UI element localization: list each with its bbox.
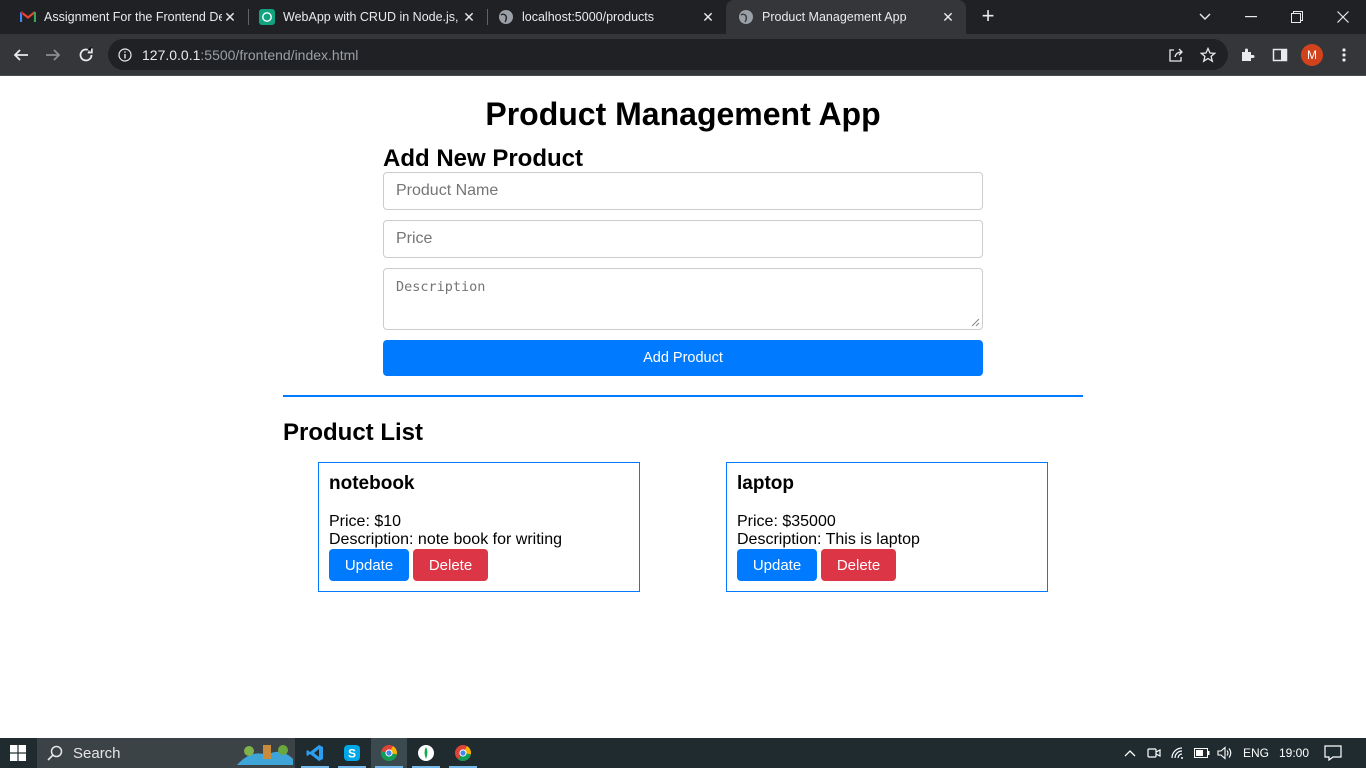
search-highlight-art-icon xyxy=(237,741,293,765)
close-tab-icon[interactable]: ✕ xyxy=(940,9,956,25)
clock[interactable]: 19:00 xyxy=(1274,738,1314,768)
windows-taskbar: Search S ENG 19:00 xyxy=(0,738,1366,768)
gmail-icon xyxy=(20,9,36,25)
reload-icon[interactable] xyxy=(71,40,101,70)
tab-gmail[interactable]: Assignment For the Frontend De ✕ xyxy=(0,0,248,34)
profile-avatar[interactable]: M xyxy=(1301,44,1323,66)
site-info-icon[interactable] xyxy=(108,47,142,62)
product-card: laptop Price: $35000 Description: This i… xyxy=(726,462,1048,592)
delete-button[interactable]: Delete xyxy=(413,549,488,581)
url-path: :5500/frontend/index.html xyxy=(200,46,359,63)
section-divider xyxy=(283,395,1083,397)
new-tab-button[interactable]: + xyxy=(976,5,1000,29)
browser-tab-strip: Assignment For the Frontend De ✕ WebApp … xyxy=(0,0,1366,34)
product-price: Price: $10 xyxy=(329,513,402,530)
product-card: notebook Price: $10 Description: note bo… xyxy=(318,462,640,592)
product-description: Description: This is laptop xyxy=(737,531,920,548)
add-product-heading: Add New Product xyxy=(383,145,584,172)
description-textarea[interactable]: Description xyxy=(383,268,983,330)
restore-icon[interactable] xyxy=(1274,0,1320,34)
address-bar[interactable]: 127.0.0.1:5500/frontend/index.html xyxy=(108,39,1228,70)
notifications-icon[interactable] xyxy=(1318,738,1348,768)
product-name: notebook xyxy=(329,473,415,494)
language-indicator[interactable]: ENG xyxy=(1239,738,1273,768)
share-icon[interactable] xyxy=(1161,40,1191,70)
close-window-icon[interactable] xyxy=(1320,0,1366,34)
bookmark-star-icon[interactable] xyxy=(1193,40,1223,70)
tab-title: localhost:5000/products xyxy=(522,10,655,24)
tab-product-management[interactable]: Product Management App ✕ xyxy=(726,0,966,34)
skype-taskbar-icon[interactable]: S xyxy=(334,738,370,768)
close-tab-icon[interactable]: ✕ xyxy=(461,9,477,25)
globe-icon xyxy=(738,9,754,25)
description-placeholder: Description xyxy=(396,279,486,295)
battery-icon[interactable] xyxy=(1191,738,1213,768)
chatgpt-icon xyxy=(259,9,275,25)
side-panel-icon[interactable] xyxy=(1265,40,1295,70)
tab-localhost-products[interactable]: localhost:5000/products ✕ xyxy=(488,0,726,34)
url-host: 127.0.0.1 xyxy=(142,46,201,63)
chrome-taskbar-icon[interactable] xyxy=(371,738,407,768)
tab-webapp-crud[interactable]: WebApp with CRUD in Node.js, E ✕ xyxy=(249,0,487,34)
update-button[interactable]: Update xyxy=(329,549,409,581)
taskbar-search-box[interactable]: Search xyxy=(37,738,295,768)
page-title: Product Management App xyxy=(485,96,881,132)
tab-title: Assignment For the Frontend De xyxy=(44,10,222,24)
delete-button[interactable]: Delete xyxy=(821,549,896,581)
search-icon xyxy=(37,745,73,761)
search-label: Search xyxy=(73,744,121,762)
tab-search-chevron-icon[interactable] xyxy=(1182,0,1228,34)
forward-arrow-icon[interactable] xyxy=(38,40,68,70)
svg-text:S: S xyxy=(348,747,356,761)
price-placeholder: Price xyxy=(396,230,433,247)
extensions-puzzle-icon[interactable] xyxy=(1233,40,1263,70)
vscode-taskbar-icon[interactable] xyxy=(297,738,333,768)
browser-toolbar: 127.0.0.1:5500/frontend/index.html xyxy=(0,34,1366,76)
mongodb-compass-taskbar-icon[interactable] xyxy=(408,738,444,768)
wifi-icon[interactable] xyxy=(1167,738,1189,768)
product-price: Price: $35000 xyxy=(737,513,836,530)
volume-icon[interactable] xyxy=(1214,738,1236,768)
tab-title: Product Management App xyxy=(762,10,907,24)
product-name-placeholder: Product Name xyxy=(396,182,499,199)
product-name: laptop xyxy=(737,473,794,494)
url-text: 127.0.0.1:5500/frontend/index.html xyxy=(142,47,358,63)
globe-icon xyxy=(498,9,514,25)
price-input[interactable]: Price xyxy=(383,220,983,258)
product-list-heading: Product List xyxy=(283,419,424,446)
resize-handle-icon[interactable] xyxy=(970,317,980,327)
close-tab-icon[interactable]: ✕ xyxy=(222,9,238,25)
meet-now-icon[interactable] xyxy=(1143,738,1165,768)
menu-kebab-icon[interactable] xyxy=(1329,40,1359,70)
product-name-input[interactable]: Product Name xyxy=(383,172,983,210)
windows-start-icon[interactable] xyxy=(0,738,36,768)
close-tab-icon[interactable]: ✕ xyxy=(700,9,716,25)
back-arrow-icon[interactable] xyxy=(6,40,36,70)
product-description: Description: note book for writing xyxy=(329,531,562,548)
add-product-button[interactable]: Add Product xyxy=(383,340,983,376)
chrome-profile-taskbar-icon[interactable] xyxy=(445,738,481,768)
minimize-icon[interactable] xyxy=(1228,0,1274,34)
tray-overflow-chevron-icon[interactable] xyxy=(1120,738,1140,768)
update-button[interactable]: Update xyxy=(737,549,817,581)
page-content: Product Management App Add New Product P… xyxy=(0,77,1366,738)
tab-title: WebApp with CRUD in Node.js, E xyxy=(283,10,461,24)
